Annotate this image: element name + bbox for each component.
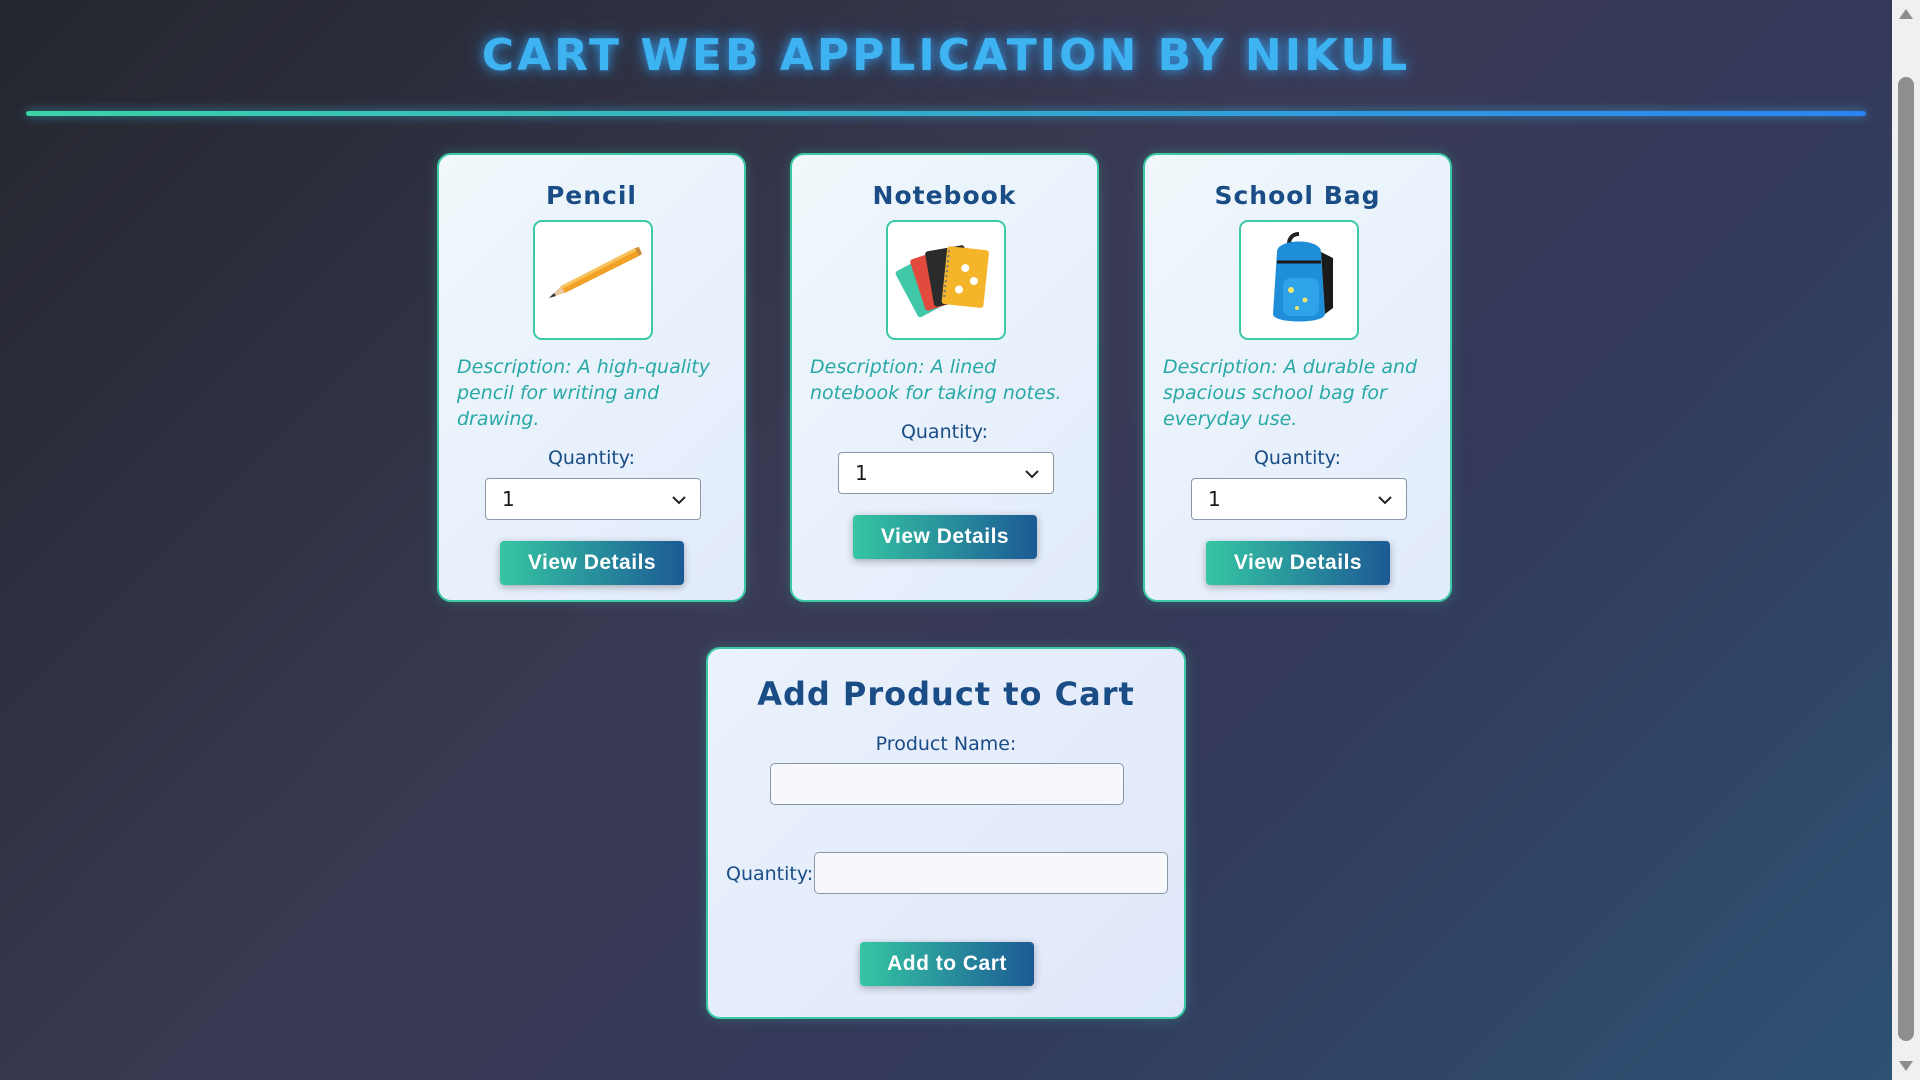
- scroll-up-icon[interactable]: [1898, 8, 1914, 20]
- product-card-school-bag: School Bag Description: A durable and sp…: [1143, 153, 1452, 602]
- add-product-form: Add Product to Cart Product Name: Quanti…: [706, 647, 1186, 1019]
- page-title: CART WEB APPLICATION BY NIKUL: [481, 30, 1411, 81]
- product-card-pencil: Pencil Description: A high-quality penci…: [437, 153, 746, 602]
- view-details-button[interactable]: View Details: [1206, 541, 1390, 585]
- pencil-image: [533, 220, 653, 340]
- quantity-input[interactable]: [814, 852, 1168, 894]
- scrollbar-thumb[interactable]: [1898, 77, 1914, 1041]
- backpack-icon: [1273, 232, 1333, 322]
- vertical-scrollbar[interactable]: [1892, 0, 1920, 1080]
- add-to-cart-button[interactable]: Add to Cart: [860, 942, 1034, 986]
- product-name: Notebook: [872, 181, 1017, 210]
- product-description: Description: A high-quality pencil for w…: [457, 356, 710, 430]
- product-name: School Bag: [1214, 181, 1381, 210]
- form-title: Add Product to Cart: [757, 675, 1135, 713]
- view-details-button[interactable]: View Details: [500, 541, 684, 585]
- notebook-image: [886, 220, 1006, 340]
- quantity-select-value: 1: [502, 487, 515, 511]
- product-description: Description: A lined notebook for taking…: [810, 356, 1062, 404]
- quantity-select-value: 1: [855, 461, 868, 485]
- header-divider: [26, 111, 1866, 116]
- chevron-down-icon: [1025, 470, 1039, 479]
- view-details-button[interactable]: View Details: [853, 515, 1037, 559]
- school-bag-image: [1239, 220, 1359, 340]
- scroll-down-icon[interactable]: [1898, 1060, 1914, 1072]
- quantity-label: Quantity:: [547, 447, 636, 469]
- quantity-label: Quantity:: [726, 863, 814, 885]
- quantity-label: Quantity:: [900, 421, 989, 443]
- page: CART WEB APPLICATION BY NIKUL Pencil Des…: [0, 0, 1892, 1080]
- quantity-select-value: 1: [1208, 487, 1221, 511]
- quantity-select[interactable]: 1: [485, 478, 701, 520]
- product-card-notebook: Notebook Description: A lined notebook f…: [790, 153, 1099, 602]
- quantity-select[interactable]: 1: [1191, 478, 1407, 520]
- product-name: Pencil: [545, 181, 638, 210]
- quantity-select[interactable]: 1: [838, 452, 1054, 494]
- product-description: Description: A durable and spacious scho…: [1163, 356, 1418, 430]
- quantity-label: Quantity:: [1253, 447, 1342, 469]
- pencil-icon: [549, 247, 642, 298]
- product-name-label: Product Name:: [875, 733, 1017, 755]
- chevron-down-icon: [1378, 496, 1392, 505]
- chevron-down-icon: [672, 496, 686, 505]
- notebook-icon: [895, 245, 989, 318]
- product-name-input[interactable]: [770, 763, 1124, 805]
